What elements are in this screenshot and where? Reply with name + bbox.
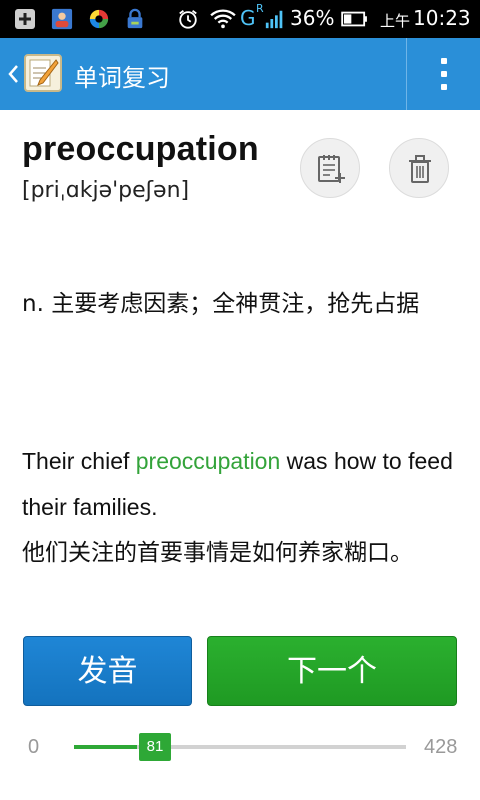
status-bar: G R 36% 上午 10:23: [0, 0, 480, 38]
page-title: 单词复习: [74, 64, 170, 92]
progress-thumb[interactable]: 81: [139, 733, 171, 761]
lock-icon: [127, 8, 143, 29]
phonetic-text: [priˌɑkjə'peʃən]: [22, 178, 190, 203]
progress-min-label: 0: [28, 736, 40, 758]
overflow-dot-icon: [441, 58, 447, 64]
overflow-dot-icon: [441, 84, 447, 90]
app-bar: 单词复习: [0, 38, 480, 110]
example-sentence: Their chief preoccupation was how to fee…: [22, 438, 462, 530]
battery-percent: 36%: [290, 6, 335, 30]
app-bar-divider: [406, 38, 407, 110]
overflow-menu-button[interactable]: [428, 56, 460, 92]
battery-icon: [341, 11, 367, 27]
back-chevron-icon[interactable]: [6, 60, 20, 88]
example-highlight: preoccupation: [135, 448, 281, 474]
add-icon: [15, 9, 35, 29]
contact-card-icon: [51, 8, 73, 30]
progress-fill: [74, 745, 137, 749]
wifi-icon: [210, 9, 236, 29]
notebook-add-icon: [318, 155, 345, 183]
app-logo[interactable]: [24, 54, 62, 92]
trash-icon: [409, 155, 431, 183]
network-sub: R: [256, 2, 264, 15]
time-prefix: 上午: [380, 12, 411, 30]
delete-word-button[interactable]: [389, 138, 449, 198]
alarm-icon: [179, 10, 197, 29]
pronounce-button[interactable]: 发音: [23, 636, 192, 706]
progress-track[interactable]: [74, 745, 406, 749]
signal-icon: [265, 10, 283, 29]
progress-max-label: 428: [424, 736, 458, 758]
word-text: preoccupation: [22, 130, 259, 168]
example-translation: 他们关注的首要事情是如何养家糊口。: [22, 540, 413, 566]
clock: 10:23: [413, 6, 471, 30]
network-type: G: [240, 6, 256, 30]
overflow-dot-icon: [441, 71, 447, 77]
example-before: Their chief: [22, 448, 136, 474]
app-circle-icon: [89, 9, 109, 29]
definition-text: n. 主要考虑因素；全神贯注，抢先占据: [22, 291, 420, 317]
add-to-notebook-button[interactable]: [300, 138, 360, 198]
next-word-button[interactable]: 下一个: [207, 636, 457, 706]
